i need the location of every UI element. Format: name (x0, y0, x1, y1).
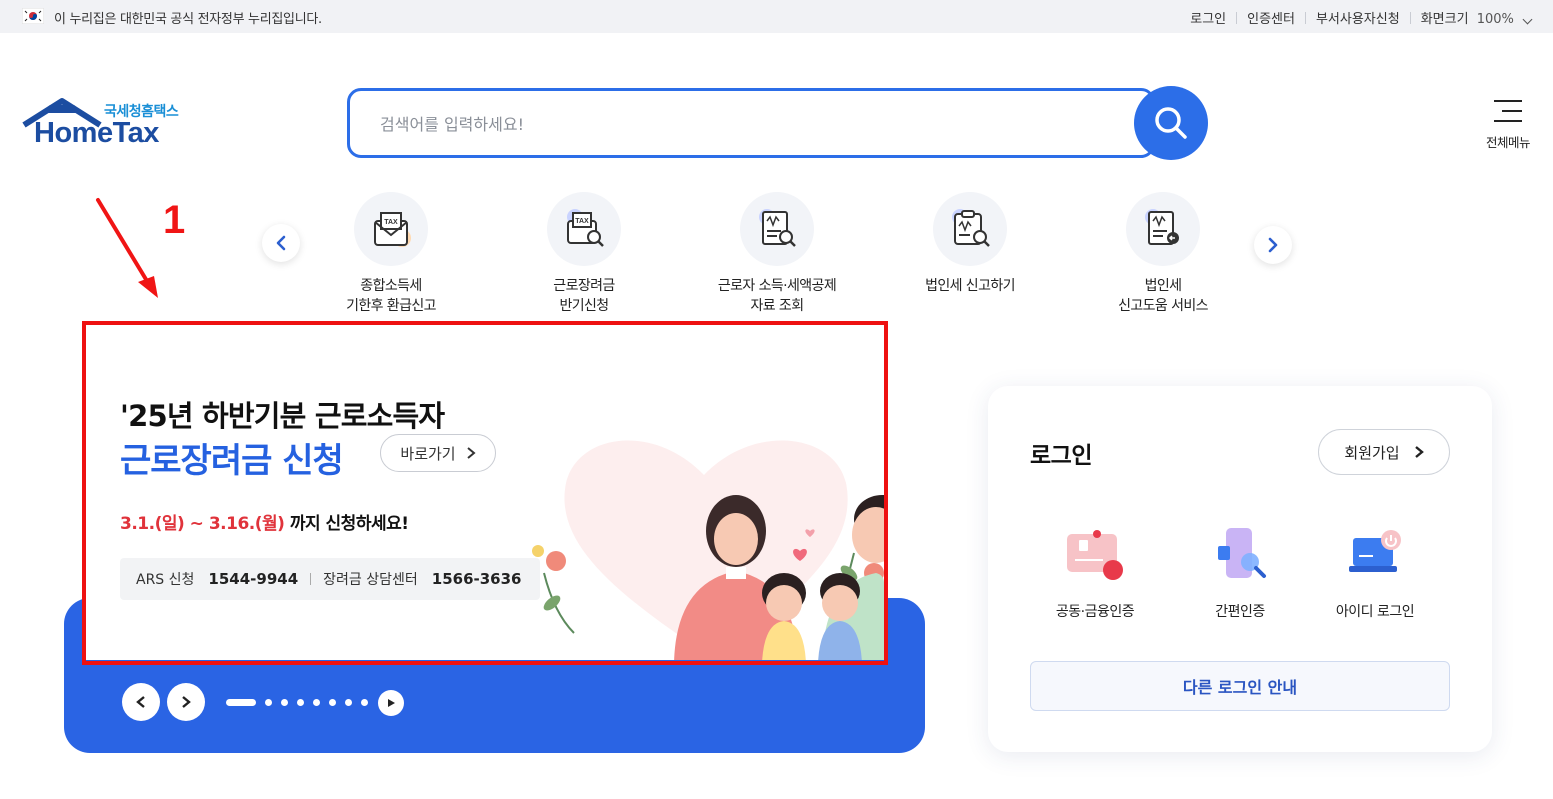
search-button[interactable] (1134, 86, 1208, 160)
banner-go-button[interactable]: 바로가기 (380, 434, 496, 472)
quick-menu-item-corporate-tax-filing[interactable]: 법인세 신고하기 (875, 192, 1065, 296)
gov-notice-text: 이 누리집은 대한민국 공식 전자정부 누리집입니다. (54, 12, 322, 27)
svg-text:TAX: TAX (384, 219, 398, 226)
util-cert-center-link[interactable]: 인증센터 (1237, 8, 1305, 27)
quick-menu-icon-wrap (740, 192, 814, 266)
quick-menu-item-income-tax-refund[interactable]: TAX 종합소득세 기한후 환급신고 (296, 192, 486, 316)
ars-label: ARS 신청 (136, 572, 195, 588)
quick-menu-item-corporate-tax-help[interactable]: 법인세 신고도움 서비스 (1068, 192, 1258, 316)
annotation-arrow-icon (96, 198, 158, 298)
pagination-dot[interactable] (313, 699, 320, 706)
banner-title: 근로장려금 신청 (120, 441, 344, 481)
document-search-icon (759, 209, 796, 247)
banner-date: 3.1.(일) ~ 3.16.(월) (120, 514, 285, 534)
eitc-banner[interactable]: '25년 하반기분 근로소득자 근로장려금 신청 바로가기 3.1.(일) ~ … (84, 323, 884, 660)
signup-label: 회원가입 (1344, 443, 1400, 462)
certificate-card-icon (1067, 530, 1123, 580)
pagination-dot[interactable] (265, 699, 272, 706)
hamburger-icon (1494, 100, 1522, 130)
id-login-laptop-icon (1349, 530, 1401, 572)
login-option-label: 간편인증 (1215, 604, 1265, 620)
quick-menu-icon-wrap (933, 192, 1007, 266)
ars-number: 1544-9944 (208, 570, 299, 588)
other-login-guide-button[interactable]: 다른 로그인 안내 (1030, 661, 1450, 711)
banner-headline: '25년 하반기분 근로소득자 (120, 399, 445, 433)
pagination-dot[interactable] (345, 699, 352, 706)
banner-next-button[interactable] (167, 683, 205, 721)
chevron-down-icon (1522, 14, 1533, 25)
quick-menu-icon-wrap: TAX (354, 192, 428, 266)
korea-flag-icon (22, 8, 44, 24)
quick-menu-label: 근로장려금 반기신청 (553, 278, 615, 314)
quick-menu-label: 법인세 신고하기 (925, 278, 1015, 294)
chevron-left-icon (276, 235, 286, 251)
document-arrow-icon (1145, 209, 1179, 245)
quick-menu-item-deduction-lookup[interactable]: 근로자 소득·세액공제 자료 조회 (682, 192, 872, 316)
chevron-right-icon (1268, 237, 1278, 253)
gov-notice-bar: 이 누리집은 대한민국 공식 전자정부 누리집입니다. 로그인 인증센터 부서사… (0, 0, 1553, 33)
banner-pagination (226, 699, 368, 706)
login-title: 로그인 (1030, 443, 1092, 469)
search-input[interactable] (378, 109, 1082, 139)
quick-menu-icon-wrap: TAX (547, 192, 621, 266)
family-illustration (532, 440, 884, 660)
signup-button[interactable]: 회원가입 (1318, 429, 1450, 475)
chevron-right-icon (466, 447, 476, 459)
joint-financial-cert-login[interactable]: 공동·금융인증 (1030, 521, 1160, 621)
utility-links: 로그인 인증센터 부서사용자신청 화면크기 100% (1180, 8, 1533, 27)
quick-menu-item-eitc-half-year[interactable]: TAX 근로장려금 반기신청 (489, 192, 679, 316)
util-login-link[interactable]: 로그인 (1180, 8, 1236, 27)
banner-contact-box: ARS 신청 1544-9944 장려금 상담센터 1566-3636 (120, 558, 540, 600)
chevron-right-icon (1414, 446, 1424, 458)
zoom-value: 100% (1476, 12, 1514, 27)
banner-period: 3.1.(일) ~ 3.16.(월) 까지 신청하세요! (120, 509, 409, 534)
simple-auth-icon (1218, 528, 1266, 578)
banner-go-label: 바로가기 (400, 444, 456, 463)
hometax-logo[interactable]: 국세청홈택스 HomeTax (22, 97, 192, 157)
search-box (347, 88, 1155, 158)
quick-menu-next-button[interactable] (1254, 226, 1292, 264)
login-option-label: 공동·금융인증 (1055, 604, 1135, 620)
svg-text:TAX: TAX (575, 218, 589, 225)
tax-search-icon: TAX (567, 209, 604, 247)
util-dept-user-link[interactable]: 부서사용자신청 (1306, 8, 1410, 27)
pagination-dot[interactable] (281, 699, 288, 706)
banner-play-button[interactable] (378, 690, 404, 716)
clipboard-search-icon (952, 209, 990, 247)
zoom-label: 화면크기 (1420, 12, 1469, 27)
pagination-dot[interactable] (329, 699, 336, 706)
quick-menu-label: 근로자 소득·세액공제 자료 조회 (717, 278, 837, 314)
all-menu-label: 전체메뉴 (1485, 135, 1531, 150)
chevron-right-icon (182, 696, 191, 708)
pagination-dot[interactable] (297, 699, 304, 706)
center-label: 장려금 상담센터 (323, 572, 418, 588)
quick-menu-label: 종합소득세 기한후 환급신고 (346, 278, 436, 314)
quick-menu-label: 법인세 신고도움 서비스 (1118, 278, 1208, 314)
simple-auth-login[interactable]: 간편인증 (1175, 521, 1305, 621)
quick-menu-icon-wrap (1126, 192, 1200, 266)
banner-prev-button[interactable] (122, 683, 160, 721)
login-option-label: 아이디 로그인 (1335, 604, 1415, 620)
id-login[interactable]: 아이디 로그인 (1310, 521, 1440, 621)
divider (310, 573, 312, 585)
tax-envelope-icon: TAX (374, 212, 411, 247)
zoom-control[interactable]: 화면크기 100% (1411, 8, 1533, 27)
chevron-left-icon (136, 696, 145, 708)
logo-title: HomeTax (34, 117, 159, 149)
banner-date-suffix: 까지 신청하세요! (284, 514, 409, 534)
pagination-dot[interactable] (361, 699, 368, 706)
all-menu-button[interactable]: 전체메뉴 (1480, 96, 1536, 156)
pagination-dot[interactable] (226, 699, 256, 706)
annotation-number: 1 (163, 198, 186, 242)
search-icon (1155, 107, 1187, 139)
play-icon (388, 699, 395, 707)
quick-menu-prev-button[interactable] (262, 224, 300, 262)
login-panel: 로그인 회원가입 공동·금융인증 간편인증 아이디 로그인 다른 로그인 안내 (988, 386, 1492, 752)
